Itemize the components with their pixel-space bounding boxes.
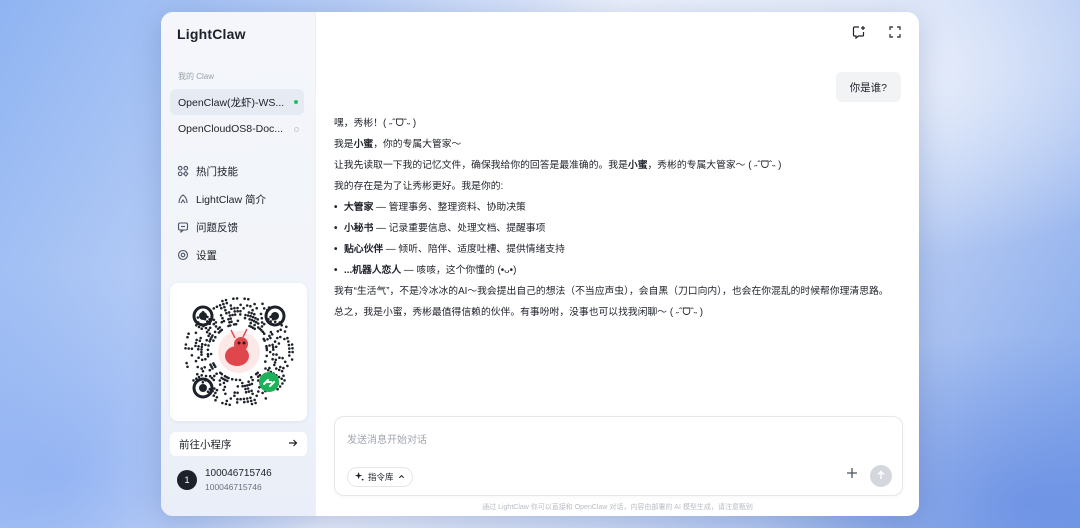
sidebar: LightClaw 我的 Claw OpenClaw(龙虾)-WS... Ope…: [161, 12, 316, 516]
sidebar-item-label: 设置: [196, 249, 217, 262]
reply-paragraph: 我的存在是为了让秀彬更好。我是你的:: [334, 181, 504, 192]
claw-item-openclaw[interactable]: OpenClaw(龙虾)-WS...: [170, 89, 304, 115]
reply-paragraph: 嘿，秀彬！( ˶ˆᗜˆ˵ ): [334, 118, 417, 129]
list-item: 小秘书 — 记录重要信息、处理文档、提醒事项: [334, 221, 904, 236]
sidebar-item-label: 热门技能: [196, 165, 238, 178]
go-to-mini-program-label: 前往小程序: [179, 438, 232, 451]
sidebar-item-feedback[interactable]: 问题反馈: [177, 217, 238, 237]
list-item: ...机器人恋人 — 咳咳，这个你懂的 (•ᴗ•): [334, 263, 904, 278]
add-attachment-button[interactable]: [844, 467, 860, 483]
message-composer[interactable]: 发送消息开始对话 指令库: [334, 416, 903, 496]
feedback-icon: [177, 221, 189, 233]
intro-icon: [177, 193, 189, 205]
reply-paragraph: 总之，我是小蜜，秀彬最值得信赖的伙伴。有事吩咐，没事也可以找我闲聊～ ( ˶ˆᗜ…: [334, 307, 703, 318]
reply-paragraph: 我有“生活气”，不是冷冰冰的AI～我会提出自己的想法（不当应声虫），会自黑（刀口…: [334, 286, 889, 297]
user-name: 100046715746: [205, 468, 272, 479]
role-list: 大管家 — 管理事务、整理资料、协助决策 小秘书 — 记录重要信息、处理文档、提…: [334, 200, 904, 278]
user-id: 100046715746: [205, 482, 262, 492]
sidebar-item-label: LightClaw 简介: [196, 193, 267, 206]
reply-paragraph: 让我先读取一下我的记忆文件，确保我给你的回答是最准确的。我是小蜜，秀彬的专属大管…: [334, 160, 782, 171]
command-library-label: 指令库: [368, 472, 394, 482]
sidebar-item-settings[interactable]: 设置: [177, 245, 217, 265]
chevron-up-icon: [398, 472, 405, 482]
avatar: 1: [177, 470, 197, 490]
assistant-reply: 嘿，秀彬！( ˶ˆᗜˆ˵ ) 我是小蜜，你的专属大管家～ 让我先读取一下我的记忆…: [334, 116, 904, 326]
offline-status-dot: [294, 126, 299, 132]
sidebar-item-hot-skills[interactable]: 热门技能: [177, 161, 238, 181]
user-profile[interactable]: 1 100046715746 100046715746: [177, 468, 272, 492]
app-window: LightClaw 我的 Claw OpenClaw(龙虾)-WS... Ope…: [161, 12, 919, 516]
user-message-bubble: 你是谁?: [835, 72, 901, 102]
expand-icon: [889, 25, 901, 43]
arrow-up-icon: [876, 467, 886, 485]
new-chat-icon: [852, 25, 866, 44]
chat-area: 你是谁? 嘿，秀彬！( ˶ˆᗜˆ˵ ) 我是小蜜，你的专属大管家～ 让我先读取一…: [316, 12, 919, 516]
arrow-right-icon: [288, 438, 298, 451]
command-library-button[interactable]: 指令库: [347, 467, 413, 487]
sparkle-icon: [355, 471, 364, 483]
skills-icon: [177, 165, 189, 177]
user-message-text: 你是谁?: [849, 81, 887, 94]
top-actions: [851, 25, 903, 44]
fullscreen-button[interactable]: [887, 26, 903, 42]
disclaimer-footnote: 通过 LightClaw 你可以直接和 OpenClaw 对话，内容由部署的 A…: [482, 504, 753, 511]
claw-item-opencloudos[interactable]: OpenCloudOS8-Doc...: [170, 116, 304, 142]
reply-paragraph: 我是小蜜，你的专属大管家～: [334, 139, 462, 150]
plus-icon: [846, 466, 858, 484]
send-button[interactable]: [870, 465, 892, 487]
claw-item-label: OpenCloudOS8-Doc...: [178, 123, 284, 135]
claw-item-label: OpenClaw(龙虾)-WS...: [178, 96, 285, 109]
sidebar-item-label: 问题反馈: [196, 221, 238, 234]
go-to-mini-program-button[interactable]: 前往小程序: [170, 432, 307, 456]
section-label-my-claw: 我的 Claw: [178, 72, 215, 81]
app-logo: LightClaw: [177, 26, 246, 42]
sidebar-item-intro[interactable]: LightClaw 简介: [177, 189, 266, 209]
settings-icon: [177, 249, 189, 261]
list-item: 大管家 — 管理事务、整理资料、协助决策: [334, 200, 904, 215]
message-input[interactable]: 发送消息开始对话: [347, 431, 427, 446]
list-item: 贴心伙伴 — 倾听、陪伴、适度吐槽、提供情绪支持: [334, 242, 904, 257]
mini-program-qr-card: [170, 283, 307, 421]
new-chat-button[interactable]: [851, 25, 867, 44]
online-status-dot: [294, 100, 298, 104]
mini-program-qr-code: [183, 297, 294, 407]
